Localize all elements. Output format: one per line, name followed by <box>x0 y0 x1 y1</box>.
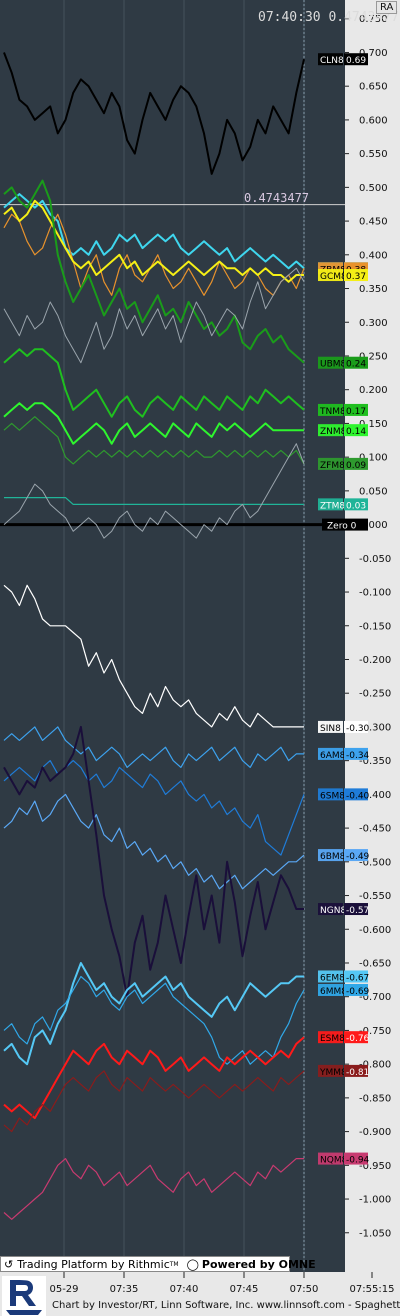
series-name-label: NGN8 <box>320 906 346 916</box>
series-name-label: TNM8 <box>319 407 346 417</box>
series-value-label: -0.69 <box>346 987 370 997</box>
series-name-label: 6EM8 <box>320 973 345 983</box>
ra-button[interactable]: RA <box>376 1 398 14</box>
y-tick-label: 0.550 <box>359 149 388 160</box>
series-value-label: 0.69 <box>346 56 366 66</box>
y-tick-label: -0.600 <box>359 925 391 936</box>
y-tick-label: -0.150 <box>359 621 391 632</box>
series-name-label: 6AM8 <box>320 751 346 761</box>
arrow-icon: ↺ <box>4 1257 14 1271</box>
series-value-label: -0.94 <box>346 1156 370 1166</box>
series-value-label: 0.24 <box>346 360 366 370</box>
x-tick-label: 07:35 <box>110 1284 139 1295</box>
series-name-label: ESM8 <box>320 1034 345 1044</box>
y-tick-label: -1.050 <box>359 1228 391 1239</box>
trademark-icon: TM <box>169 1260 179 1268</box>
time-label: 07:40:30 <box>258 10 321 25</box>
omne-ring-icon: ◯ <box>186 1257 199 1271</box>
spaghetti-chart: 0.7500.7000.6500.6000.5500.5000.4500.400… <box>0 0 400 1316</box>
series-value-label: -0.67 <box>346 973 369 983</box>
series-name-label: ZTM8 <box>320 501 345 511</box>
powered-text: Powered by OMNE <box>201 1257 316 1271</box>
series-name-label: SIN8 <box>320 724 341 734</box>
series-name-label: YMM8 <box>319 1068 347 1078</box>
footer-bar: ↺ Trading Platform by Rithmic TM ◯ Power… <box>0 1256 316 1272</box>
chart-window: 0.750 0.700 0.650 0.600 0.550 0.500 0.450 0.400… <box>0 0 400 1316</box>
series-value-label: 0.37 <box>346 272 366 282</box>
y-tick-label: 0.050 <box>359 486 388 497</box>
zero-tag-label: Zero 0 <box>327 522 357 532</box>
cursor-price-label: 0.4743477 <box>244 191 310 205</box>
series-name-label: 6MM8 <box>320 987 347 997</box>
x-tick-label: 07:40 <box>170 1284 199 1295</box>
series-name-label: 6SM8 <box>320 791 345 801</box>
series-name-label: UBM8 <box>320 360 347 370</box>
y-tick-label: 0.300 <box>359 318 388 329</box>
series-value-label: 0.17 <box>346 407 366 417</box>
y-tick-label: -1.000 <box>359 1195 391 1206</box>
series-value-label: 0.14 <box>346 427 366 437</box>
series-value-label: 0.09 <box>346 461 366 471</box>
y-tick-label: -0.900 <box>359 1127 391 1138</box>
series-name-label: GCM8 <box>320 272 347 282</box>
y-tick-label: 0.650 <box>359 82 388 93</box>
y-tick-label: -0.100 <box>359 588 391 599</box>
series-value-label: -0.49 <box>346 852 370 862</box>
y-tick-label: -0.450 <box>359 824 391 835</box>
y-tick-label: -0.250 <box>359 689 391 700</box>
y-tick-label: 0.450 <box>359 217 388 228</box>
x-tick-label: 07:55:15 <box>350 1284 395 1295</box>
series-name-label: ZFM8 <box>320 461 345 471</box>
series-value-label: 0.03 <box>346 501 366 511</box>
x-tick-label: 07:45 <box>230 1284 259 1295</box>
series-name-label: CLN8 <box>320 56 344 66</box>
y-tick-label: 0.400 <box>359 250 388 261</box>
y-tick-label: -0.050 <box>359 554 391 565</box>
y-tick-label: -0.850 <box>359 1093 391 1104</box>
series-value-label: -0.57 <box>346 906 369 916</box>
credits-text: Chart by Investor/RT, Linn Software, Inc… <box>52 1300 400 1311</box>
y-tick-label: 0.350 <box>359 284 388 295</box>
x-tick-label: 05-29 <box>49 1284 78 1295</box>
y-tick-label: 0.600 <box>359 115 388 126</box>
series-name-label: ZNM8 <box>320 427 347 437</box>
platform-text: Trading Platform by Rithmic <box>17 1257 170 1271</box>
series-value-label: -0.34 <box>346 751 370 761</box>
y-tick-label: 0.500 <box>359 183 388 194</box>
y-tick-label: -0.200 <box>359 655 391 666</box>
series-value-label: -0.81 <box>346 1068 369 1078</box>
rithmic-logo-icon <box>2 1276 46 1316</box>
series-value-label: -0.76 <box>346 1034 370 1044</box>
y-tick-label: -0.650 <box>359 958 391 969</box>
x-tick-label: 07:50 <box>290 1284 319 1295</box>
y-tick-label: 0.200 <box>359 385 388 396</box>
series-name-label: NQM8 <box>320 1156 348 1166</box>
series-value-label: -0.40 <box>346 791 370 801</box>
y-tick-label: -0.550 <box>359 891 391 902</box>
chart-background <box>0 0 400 1316</box>
series-name-label: 6BM8 <box>320 852 346 862</box>
series-value-label: -0.30 <box>346 724 370 734</box>
